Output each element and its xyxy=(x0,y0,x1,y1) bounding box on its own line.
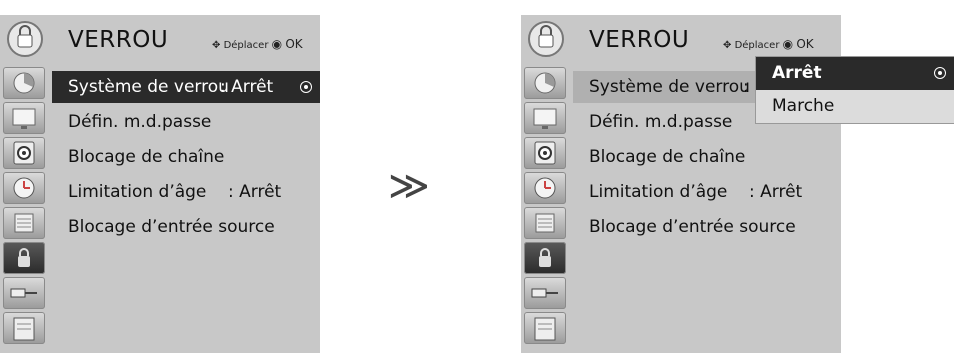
audio-icon[interactable] xyxy=(3,137,45,169)
usb-icon[interactable] xyxy=(524,312,566,344)
lock-icon[interactable] xyxy=(3,242,45,274)
time-icon[interactable] xyxy=(524,172,566,204)
ok-button-icon: ◉ xyxy=(782,37,794,51)
item-label: Blocage de chaîne xyxy=(68,147,225,167)
item-label: Blocage d’entrée source xyxy=(68,217,275,237)
input-icon[interactable] xyxy=(524,277,566,309)
time-icon[interactable] xyxy=(3,172,45,204)
item-label: Défin. m.d.passe xyxy=(68,112,212,132)
picture-icon[interactable] xyxy=(3,102,45,134)
sidebar xyxy=(521,15,571,353)
menu-title: VERROU xyxy=(68,27,169,53)
item-label: Système de verrou xyxy=(68,77,229,97)
menu-item-input-block[interactable]: Blocage d’entrée source xyxy=(52,211,320,243)
item-label: Limitation d’âge xyxy=(68,182,207,202)
move-arrows-icon: ✥ xyxy=(212,40,221,51)
menu-item-input-block[interactable]: Blocage d’entrée source xyxy=(573,211,841,243)
option-label: Marche xyxy=(772,96,835,116)
nav-hint: ✥ Déplacer ◉ OK xyxy=(212,37,303,51)
item-label: Blocage d’entrée source xyxy=(589,217,796,237)
menu-main: VERROU ✥ Déplacer ◉ OK Système de verrou… xyxy=(52,15,320,353)
setup-icon[interactable] xyxy=(524,67,566,99)
audio-icon[interactable] xyxy=(524,137,566,169)
ok-hint-label: OK xyxy=(796,37,814,51)
lock-icon[interactable] xyxy=(524,242,566,274)
menu-item-block-channel[interactable]: Blocage de chaîne xyxy=(573,141,841,173)
radio-selected-icon xyxy=(300,81,312,93)
menu-item-parental-guidance[interactable]: Limitation d’âge : Arrêt xyxy=(52,176,320,208)
option-on[interactable]: Marche xyxy=(756,90,954,123)
lock-menu-panel-left: VERROU ✥ Déplacer ◉ OK Système de verrou… xyxy=(0,15,320,353)
menu-item-block-channel[interactable]: Blocage de chaîne xyxy=(52,141,320,173)
item-label: Défin. m.d.passe xyxy=(589,112,733,132)
picture-icon[interactable] xyxy=(524,102,566,134)
menu-title: VERROU xyxy=(589,27,690,53)
move-hint-label: Déplacer xyxy=(734,40,780,51)
sidebar xyxy=(0,15,50,353)
radio-selected-icon xyxy=(934,67,946,79)
lock-system-options-popup: Arrêt Marche xyxy=(756,57,954,123)
option-label: Arrêt xyxy=(772,63,822,83)
input-icon[interactable] xyxy=(3,277,45,309)
move-hint-label: Déplacer xyxy=(223,40,269,51)
lock-header-icon xyxy=(3,15,45,63)
setup-icon[interactable] xyxy=(3,67,45,99)
step-arrow: ≫ xyxy=(388,163,430,209)
item-label: Blocage de chaîne xyxy=(589,147,746,167)
move-arrows-icon: ✥ xyxy=(723,40,732,51)
usb-icon[interactable] xyxy=(3,312,45,344)
item-value: : Arrêt xyxy=(220,77,274,97)
item-value: : Arrêt xyxy=(228,182,282,202)
option-icon[interactable] xyxy=(524,207,566,239)
menu-item-parental-guidance[interactable]: Limitation d’âge : Arrêt xyxy=(573,176,841,208)
lock-header-icon xyxy=(524,15,566,63)
item-value: : Arrêt xyxy=(749,182,803,202)
item-label: Système de verrou xyxy=(589,77,750,97)
ok-button-icon: ◉ xyxy=(271,37,283,51)
ok-hint-label: OK xyxy=(285,37,303,51)
nav-hint: ✥ Déplacer ◉ OK xyxy=(723,37,814,51)
option-icon[interactable] xyxy=(3,207,45,239)
item-value: : xyxy=(743,77,749,97)
menu-item-set-password[interactable]: Défin. m.d.passe xyxy=(52,106,320,138)
option-off[interactable]: Arrêt xyxy=(756,57,954,90)
menu-item-lock-system[interactable]: Système de verrou : Arrêt xyxy=(52,71,320,103)
item-label: Limitation d’âge xyxy=(589,182,728,202)
